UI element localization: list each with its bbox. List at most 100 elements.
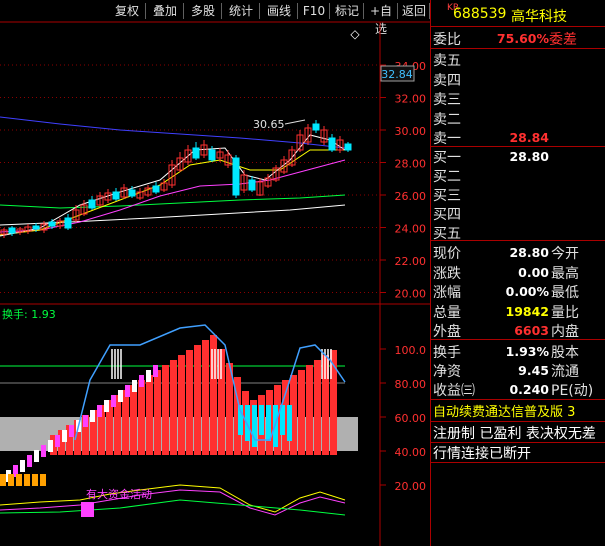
momentum-bar bbox=[48, 440, 53, 452]
fin-label: 净资 bbox=[433, 364, 461, 380]
fin-value: 9.45 bbox=[518, 363, 549, 378]
candle-body bbox=[8, 227, 16, 234]
indicator-red-column bbox=[298, 370, 305, 455]
momentum-bar bbox=[111, 395, 116, 407]
indicator-red-column bbox=[314, 360, 321, 455]
capital-flow-annotation: 有大资金活动 bbox=[86, 487, 152, 501]
momentum-bar bbox=[118, 390, 123, 402]
dip-bar bbox=[259, 405, 264, 435]
price-tick-label: 20.00 bbox=[395, 288, 427, 301]
indicator-red-column bbox=[194, 345, 201, 455]
candle-body bbox=[312, 123, 320, 131]
momentum-bar bbox=[69, 425, 74, 437]
sell-level-label: 卖三 bbox=[433, 92, 461, 108]
indicator-red-column bbox=[146, 375, 153, 455]
momentum-bar bbox=[27, 455, 32, 467]
momentum-bar bbox=[125, 385, 130, 397]
indicator-red-column bbox=[138, 380, 145, 455]
capital-flow-marker bbox=[81, 502, 94, 517]
stat-label-2: 最低 bbox=[551, 285, 579, 301]
oscillator-yellow bbox=[0, 484, 346, 513]
candle-body bbox=[88, 199, 96, 209]
momentum-bar bbox=[90, 410, 95, 422]
candle-body bbox=[344, 143, 352, 151]
momentum-bar bbox=[146, 370, 151, 382]
quote-panel: KR 688539 高华科技 委比 75.60% 委差 卖五 卖四 卖三 卖二 卖一 28… bbox=[430, 0, 605, 546]
indicator-tick-label: 40.00 bbox=[395, 446, 427, 459]
stat-value: 6603 bbox=[514, 323, 549, 338]
indicator-red-column bbox=[186, 350, 193, 455]
sell-level-label: 卖一 bbox=[433, 131, 461, 147]
momentum-bar bbox=[41, 445, 46, 457]
volume-bar bbox=[40, 474, 46, 486]
indicator-tick-label: 80.00 bbox=[395, 378, 427, 391]
price-tick-label: 22.00 bbox=[395, 255, 427, 268]
buy-level-label: 买一 bbox=[433, 150, 461, 166]
divider bbox=[431, 48, 605, 49]
kline-chart-area[interactable]: 复权叠加多股统计画线F10标记+自选返回 34.0032.0030.0028.0… bbox=[0, 0, 430, 546]
stat-label-2: 量比 bbox=[551, 304, 579, 321]
dip-bar bbox=[287, 405, 292, 441]
fin-label-2: 股本 bbox=[551, 345, 579, 361]
fin-label: 换手 bbox=[433, 345, 461, 361]
momentum-bar bbox=[139, 375, 144, 387]
momentum-bar bbox=[83, 415, 88, 427]
ma60-line bbox=[0, 194, 346, 209]
fin-value: 1.93% bbox=[505, 344, 549, 359]
stat-label: 现价 bbox=[433, 246, 461, 262]
divider bbox=[431, 462, 605, 463]
stat-label-2: 内盘 bbox=[551, 324, 579, 340]
oscillator-magenta bbox=[0, 489, 346, 516]
candle-body bbox=[64, 217, 72, 229]
candle-body bbox=[248, 179, 256, 191]
candle-body bbox=[112, 191, 120, 200]
candle-body bbox=[152, 185, 160, 193]
stat-label-2: 今开 bbox=[551, 246, 579, 262]
volume-bar bbox=[32, 474, 38, 486]
divider bbox=[431, 421, 605, 422]
buy-level-label: 买四 bbox=[433, 207, 461, 223]
momentum-bar bbox=[153, 365, 158, 377]
stat-value: 0.00 bbox=[518, 264, 549, 280]
indicator-red-column bbox=[170, 360, 177, 455]
indicator-red-column bbox=[202, 340, 209, 455]
indicator-tick-label: 60.00 bbox=[395, 412, 427, 425]
indicator-red-column bbox=[178, 355, 185, 455]
sell-level-label: 卖四 bbox=[433, 72, 461, 89]
momentum-bar bbox=[97, 405, 102, 417]
candle-body bbox=[328, 137, 336, 151]
indicator-title: 换手: 1.93 bbox=[2, 307, 56, 321]
ma120-line bbox=[0, 116, 346, 149]
stat-label: 外盘 bbox=[433, 324, 461, 340]
momentum-bar bbox=[20, 460, 25, 472]
collapse-icon: ◇ bbox=[350, 27, 360, 41]
fin-value: 0.240 bbox=[509, 382, 549, 397]
divider bbox=[431, 240, 605, 241]
indicator-red-column bbox=[122, 390, 129, 455]
indicator-tick-label: 20.00 bbox=[395, 480, 427, 493]
fin-label-2: PE(动) bbox=[551, 383, 594, 399]
sell-level-label: 卖五 bbox=[433, 53, 461, 69]
connection-status: 行情连接已断开 bbox=[433, 446, 531, 462]
stock-name[interactable]: 高华科技 bbox=[511, 6, 567, 26]
stat-value: 19842 bbox=[505, 303, 550, 319]
stat-label: 涨幅 bbox=[433, 285, 461, 301]
stock-tags: 注册制 已盈利 表决权无差 bbox=[433, 426, 596, 442]
stat-label: 涨跌 bbox=[433, 265, 461, 282]
candle-body bbox=[208, 149, 216, 161]
indicator-red-column bbox=[154, 370, 161, 455]
stock-code[interactable]: 688539 bbox=[453, 6, 506, 22]
divider bbox=[431, 399, 605, 400]
scrolling-ad[interactable]: 自动续费通达信普及版 3 bbox=[433, 401, 575, 420]
price-tick-label: 24.00 bbox=[395, 223, 427, 236]
volume-bar bbox=[24, 474, 30, 486]
buy-level-label: 买二 bbox=[433, 169, 461, 185]
stat-label-2: 最高 bbox=[551, 265, 579, 282]
sell-level-price: 28.84 bbox=[509, 130, 549, 145]
weibi-value: 75.60% bbox=[496, 31, 549, 46]
volume-bar bbox=[0, 474, 6, 486]
sell-level-label: 卖二 bbox=[433, 111, 461, 128]
chart-canvas[interactable]: 34.0032.0030.0028.0026.0024.0022.0020.00… bbox=[0, 0, 430, 546]
price-tick-label: 30.00 bbox=[395, 125, 427, 138]
buy-level-price: 28.80 bbox=[509, 149, 549, 164]
